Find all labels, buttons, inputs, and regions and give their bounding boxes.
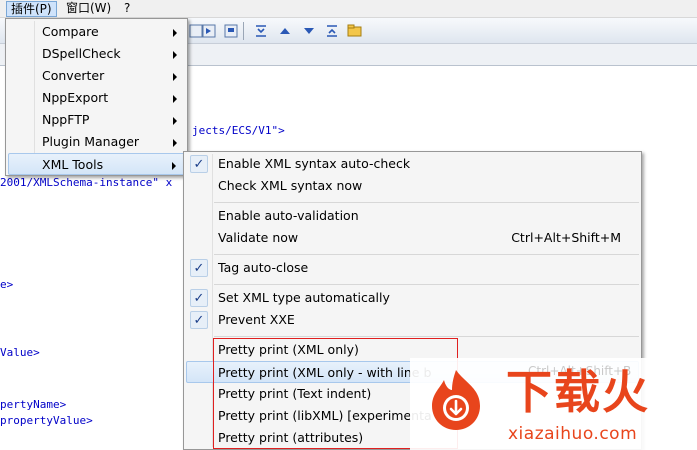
menu-item-label: DSpellCheck [42,46,121,61]
menu-item-label: Check XML syntax now [218,178,363,193]
expand-all-icon[interactable] [323,22,340,39]
checkmark-icon: ✓ [190,289,208,307]
menu-item-converter[interactable]: Converter [8,65,185,87]
menu-item-dspellcheck[interactable]: DSpellCheck [8,43,185,65]
checkmark-icon: ✓ [190,311,208,329]
code-line: pertyName> [0,398,67,411]
menu-plugins[interactable]: 插件(P) [6,1,57,17]
menu-item-tag-auto-close[interactable]: ✓ Tag auto-close [186,257,639,279]
menu-item-label: Enable XML syntax auto-check [218,156,411,171]
watermark-url: xiazaihuo.com [508,424,638,444]
move-up-icon[interactable] [276,22,293,39]
toolbar-separator [243,22,244,40]
code-line: Value> [0,346,40,359]
menu-item-set-xml-type[interactable]: ✓ Set XML type automatically [186,287,639,309]
menu-item-shortcut: Ctrl+Alt+Shift+M [511,230,621,245]
submenu-arrow-icon [173,139,177,147]
code-line: e> [0,278,14,291]
code-line: propertyValue> [0,414,93,427]
menu-separator [214,202,639,203]
submenu-arrow-icon [173,95,177,103]
menu-item-label: Set XML type automatically [218,290,390,305]
submenu-arrow-icon [173,73,177,81]
menu-item-label: Plugin Manager [42,134,140,149]
menu-item-validate-now[interactable]: Validate now Ctrl+Alt+Shift+M [186,227,639,249]
code-line: 2001/XMLSchema-instance" x [0,176,173,189]
macro-save-icon[interactable] [222,22,239,39]
menu-item-label: Tag auto-close [218,260,309,275]
menu-item-nppexport[interactable]: NppExport [8,87,185,109]
watermark-brand-name: 下载火 [506,365,650,419]
submenu-arrow-icon [173,51,177,59]
menu-item-label: Enable auto-validation [218,208,359,223]
submenu-arrow-icon [173,29,177,37]
menu-item-plugin-manager[interactable]: Plugin Manager [8,131,185,153]
menu-item-label: XML Tools [42,157,104,172]
macro-play-icon[interactable] [200,22,217,39]
menu-help[interactable]: ? [120,1,134,17]
menu-item-enable-syntax-autocheck[interactable]: ✓ Enable XML syntax auto-check [186,153,639,175]
menu-item-label: Converter [42,68,105,83]
menu-item-prevent-xxe[interactable]: ✓ Prevent XXE [186,309,639,331]
checkmark-icon: ✓ [190,155,208,173]
checkmark-icon: ✓ [190,259,208,277]
download-fire-logo-icon [432,370,480,430]
menu-item-label: NppExport [42,90,109,105]
collapse-all-icon[interactable] [252,22,269,39]
plugins-menu: Compare DSpellCheck Converter NppExport … [5,18,188,176]
menu-item-check-syntax-now[interactable]: Check XML syntax now [186,175,639,197]
menu-separator [214,336,639,337]
menu-item-enable-auto-validation[interactable]: Enable auto-validation [186,205,639,227]
menu-item-compare[interactable]: Compare [8,21,185,43]
submenu-arrow-icon [172,162,176,170]
menu-bar: 插件(P) 窗口(W) ? [0,0,697,18]
menu-item-label: Validate now [218,230,299,245]
menu-item-nppftp[interactable]: NppFTP [8,109,185,131]
menu-item-label: Prevent XXE [218,312,295,327]
code-line: jects/ECS/V1"> [192,124,285,137]
menu-item-label: NppFTP [42,112,90,127]
menu-item-xml-tools[interactable]: XML Tools [8,153,185,175]
menu-item-label: Compare [42,24,99,39]
move-down-icon[interactable] [300,22,317,39]
menu-separator [214,254,639,255]
plugin-folder-icon[interactable] [346,22,363,39]
menu-window[interactable]: 窗口(W) [62,1,115,17]
menu-separator [214,284,639,285]
submenu-arrow-icon [173,117,177,125]
watermark: Ctrl+Alt+Shift+B 下载火 xiazaihuo.com [410,358,697,450]
